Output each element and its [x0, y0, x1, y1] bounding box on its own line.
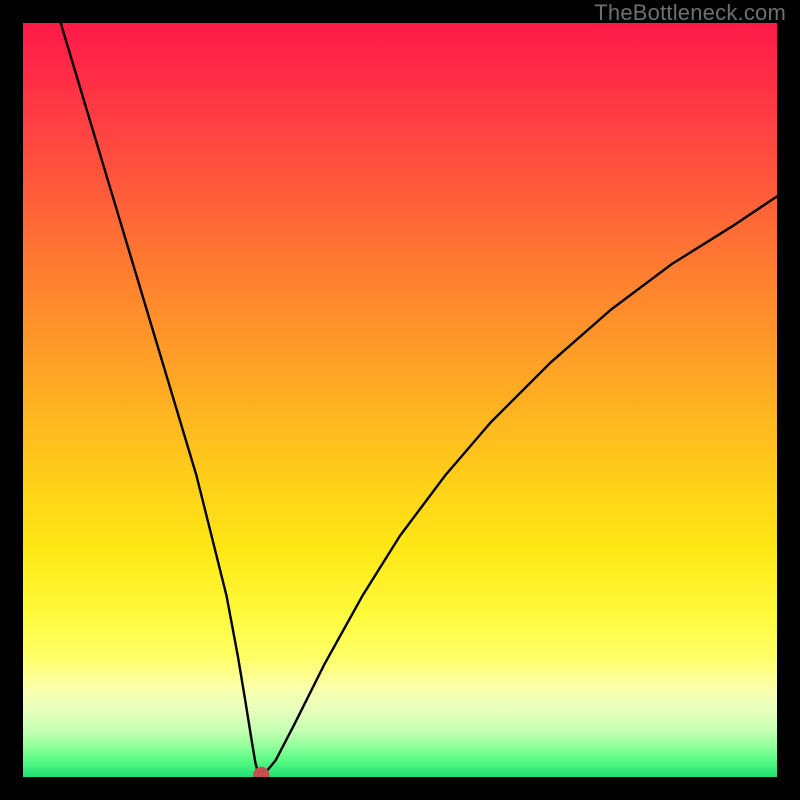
bottleneck-curve [61, 23, 777, 775]
curve-layer [23, 23, 777, 777]
plot-area [23, 23, 777, 777]
chart-canvas: TheBottleneck.com [0, 0, 800, 800]
watermark-text: TheBottleneck.com [594, 0, 786, 26]
